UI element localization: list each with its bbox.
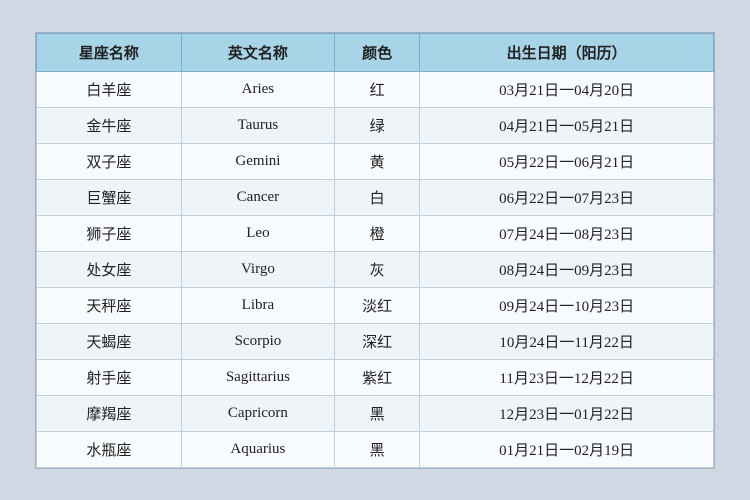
cell-english: Aries <box>181 71 334 107</box>
cell-chinese: 巨蟹座 <box>37 179 182 215</box>
col-header-chinese: 星座名称 <box>37 33 182 71</box>
col-header-dates: 出生日期（阳历） <box>420 33 714 71</box>
table-row: 天秤座Libra淡红09月24日一10月23日 <box>37 287 714 323</box>
table-row: 金牛座Taurus绿04月21日一05月21日 <box>37 107 714 143</box>
cell-english: Libra <box>181 287 334 323</box>
table-row: 射手座Sagittarius紫红11月23日一12月22日 <box>37 359 714 395</box>
cell-color: 绿 <box>334 107 419 143</box>
cell-color: 深红 <box>334 323 419 359</box>
cell-dates: 11月23日一12月22日 <box>420 359 714 395</box>
cell-chinese: 狮子座 <box>37 215 182 251</box>
cell-english: Aquarius <box>181 431 334 467</box>
cell-chinese: 水瓶座 <box>37 431 182 467</box>
cell-dates: 08月24日一09月23日 <box>420 251 714 287</box>
table-row: 摩羯座Capricorn黑12月23日一01月22日 <box>37 395 714 431</box>
cell-dates: 04月21日一05月21日 <box>420 107 714 143</box>
cell-chinese: 双子座 <box>37 143 182 179</box>
table-row: 白羊座Aries红03月21日一04月20日 <box>37 71 714 107</box>
cell-dates: 12月23日一01月22日 <box>420 395 714 431</box>
cell-dates: 09月24日一10月23日 <box>420 287 714 323</box>
cell-english: Leo <box>181 215 334 251</box>
cell-dates: 06月22日一07月23日 <box>420 179 714 215</box>
cell-dates: 10月24日一11月22日 <box>420 323 714 359</box>
table-row: 狮子座Leo橙07月24日一08月23日 <box>37 215 714 251</box>
cell-dates: 05月22日一06月21日 <box>420 143 714 179</box>
cell-english: Taurus <box>181 107 334 143</box>
table-row: 水瓶座Aquarius黑01月21日一02月19日 <box>37 431 714 467</box>
cell-color: 黑 <box>334 395 419 431</box>
cell-color: 红 <box>334 71 419 107</box>
table-row: 处女座Virgo灰08月24日一09月23日 <box>37 251 714 287</box>
cell-english: Scorpio <box>181 323 334 359</box>
cell-english: Gemini <box>181 143 334 179</box>
cell-color: 黄 <box>334 143 419 179</box>
cell-chinese: 天秤座 <box>37 287 182 323</box>
cell-english: Cancer <box>181 179 334 215</box>
table-row: 双子座Gemini黄05月22日一06月21日 <box>37 143 714 179</box>
cell-color: 白 <box>334 179 419 215</box>
cell-color: 淡红 <box>334 287 419 323</box>
cell-chinese: 金牛座 <box>37 107 182 143</box>
cell-chinese: 天蝎座 <box>37 323 182 359</box>
table-row: 天蝎座Scorpio深红10月24日一11月22日 <box>37 323 714 359</box>
cell-chinese: 射手座 <box>37 359 182 395</box>
cell-chinese: 摩羯座 <box>37 395 182 431</box>
cell-color: 橙 <box>334 215 419 251</box>
cell-color: 紫红 <box>334 359 419 395</box>
cell-chinese: 白羊座 <box>37 71 182 107</box>
col-header-color: 颜色 <box>334 33 419 71</box>
cell-chinese: 处女座 <box>37 251 182 287</box>
cell-english: Capricorn <box>181 395 334 431</box>
cell-dates: 07月24日一08月23日 <box>420 215 714 251</box>
cell-english: Sagittarius <box>181 359 334 395</box>
table-row: 巨蟹座Cancer白06月22日一07月23日 <box>37 179 714 215</box>
table-header-row: 星座名称 英文名称 颜色 出生日期（阳历） <box>37 33 714 71</box>
cell-english: Virgo <box>181 251 334 287</box>
cell-dates: 01月21日一02月19日 <box>420 431 714 467</box>
cell-color: 黑 <box>334 431 419 467</box>
cell-dates: 03月21日一04月20日 <box>420 71 714 107</box>
col-header-english: 英文名称 <box>181 33 334 71</box>
zodiac-table: 星座名称 英文名称 颜色 出生日期（阳历） 白羊座Aries红03月21日一04… <box>36 33 714 468</box>
zodiac-table-container: 星座名称 英文名称 颜色 出生日期（阳历） 白羊座Aries红03月21日一04… <box>35 32 715 469</box>
cell-color: 灰 <box>334 251 419 287</box>
